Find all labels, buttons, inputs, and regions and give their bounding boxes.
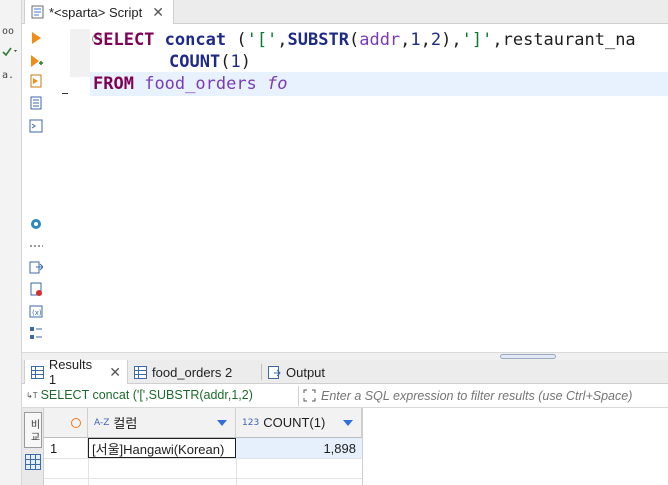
tab-food-orders-2[interactable]: food_orders 2 bbox=[128, 360, 262, 384]
results-filter-bar: ↳T SELECT concat ('[',SUBSTR(addr,1,2) bbox=[22, 384, 668, 408]
panel-glyph: oo bbox=[2, 26, 15, 37]
column-divider bbox=[236, 458, 237, 485]
column-divider bbox=[88, 458, 89, 485]
query-summary[interactable]: ↳T SELECT concat ('[',SUBSTR(addr,1,2) bbox=[26, 388, 253, 402]
column-header-col1[interactable]: A-Z 컬럼 bbox=[88, 408, 236, 438]
query-text: SELECT concat ('[',SUBSTR(addr,1,2) bbox=[40, 388, 253, 402]
script-file-icon[interactable] bbox=[29, 96, 43, 110]
tab-label: Results 1 bbox=[48, 357, 93, 387]
grid-icon bbox=[31, 365, 44, 379]
table-cell-col1[interactable]: [서울]Hangawi(Korean) bbox=[88, 438, 236, 458]
filter-expression-input[interactable] bbox=[298, 386, 668, 406]
editor-toolbar: (x) bbox=[23, 25, 49, 355]
code-line-2: COUNT(1) bbox=[169, 52, 251, 72]
console-icon[interactable] bbox=[29, 119, 43, 133]
tab-label: food_orders 2 bbox=[152, 364, 233, 380]
text-cursor-marker bbox=[62, 93, 68, 94]
column-label: COUNT(1) bbox=[263, 415, 326, 430]
tab-output[interactable]: Output bbox=[262, 360, 346, 384]
vertical-tab-compare[interactable]: 비 교 bbox=[24, 412, 42, 448]
svg-text:(x): (x) bbox=[32, 309, 42, 317]
grid-icon bbox=[134, 365, 147, 379]
text-type-icon: A-Z bbox=[94, 417, 110, 428]
export-icon[interactable] bbox=[29, 260, 43, 274]
select-all-icon[interactable] bbox=[71, 417, 81, 428]
editor-gutter bbox=[70, 29, 90, 77]
editor-results-splitter[interactable] bbox=[22, 352, 668, 360]
sort-dropdown-icon[interactable] bbox=[217, 420, 227, 426]
column-divider bbox=[362, 408, 363, 485]
tab-sparta-script[interactable]: *<sparta> Script ✕ bbox=[24, 0, 174, 24]
execute-new-tab-icon[interactable] bbox=[29, 54, 43, 68]
row-number-header[interactable] bbox=[44, 408, 88, 438]
execute-script-icon[interactable] bbox=[29, 74, 43, 88]
more-dots-icon[interactable] bbox=[29, 239, 43, 253]
grid-view-icon[interactable] bbox=[25, 454, 41, 470]
gear-icon[interactable] bbox=[29, 217, 43, 231]
checkmark-dropdown-icon[interactable] bbox=[1, 46, 21, 58]
navigator-panel-edge: oo a. bbox=[0, 0, 22, 485]
results-tab-strip: Results 1 ✕ food_orders 2 Output bbox=[22, 357, 668, 387]
results-grid: 비 교 A-Z 컬럼 123 COUNT(1) 1 [서울]Hangawi(Ko… bbox=[22, 408, 668, 485]
column-header-count[interactable]: 123 COUNT(1) bbox=[236, 408, 362, 438]
code-line-3: FROM food_orders fo bbox=[93, 74, 288, 94]
sort-dropdown-icon[interactable] bbox=[343, 420, 353, 426]
close-tab-icon[interactable]: ✕ bbox=[152, 5, 164, 19]
execute-statement-icon[interactable] bbox=[29, 31, 43, 45]
grid-side-tabs: 비 교 bbox=[22, 408, 44, 485]
row-divider bbox=[44, 458, 362, 459]
tab-results-1[interactable]: Results 1 ✕ bbox=[24, 357, 128, 387]
column-label: 컬럼 bbox=[113, 416, 138, 431]
tab-label: Output bbox=[286, 364, 326, 380]
variables-icon[interactable]: (x) bbox=[29, 304, 43, 318]
sql-script-icon bbox=[31, 5, 44, 19]
editor-tab-strip: *<sparta> Script ✕ bbox=[22, 0, 668, 24]
row-divider bbox=[44, 478, 362, 479]
table-cell-count[interactable]: 1,898 bbox=[236, 438, 362, 458]
panel-glyph: a. bbox=[2, 70, 15, 81]
output-icon bbox=[268, 365, 281, 379]
query-arrow-icon: ↳T bbox=[26, 390, 38, 400]
number-type-icon: 123 bbox=[242, 417, 260, 428]
error-log-icon[interactable] bbox=[29, 282, 43, 296]
row-number[interactable]: 1 bbox=[44, 438, 88, 458]
sql-editor[interactable]: − SELECT concat ('[',SUBSTR(addr,1,2),']… bbox=[50, 25, 668, 355]
code-line-1: SELECT concat ('[',SUBSTR(addr,1,2),']',… bbox=[93, 30, 636, 50]
splitter-grip[interactable] bbox=[500, 354, 556, 359]
close-tab-icon[interactable]: ✕ bbox=[109, 365, 121, 379]
tab-title: *<sparta> Script bbox=[49, 4, 143, 20]
outline-icon[interactable] bbox=[29, 326, 43, 340]
